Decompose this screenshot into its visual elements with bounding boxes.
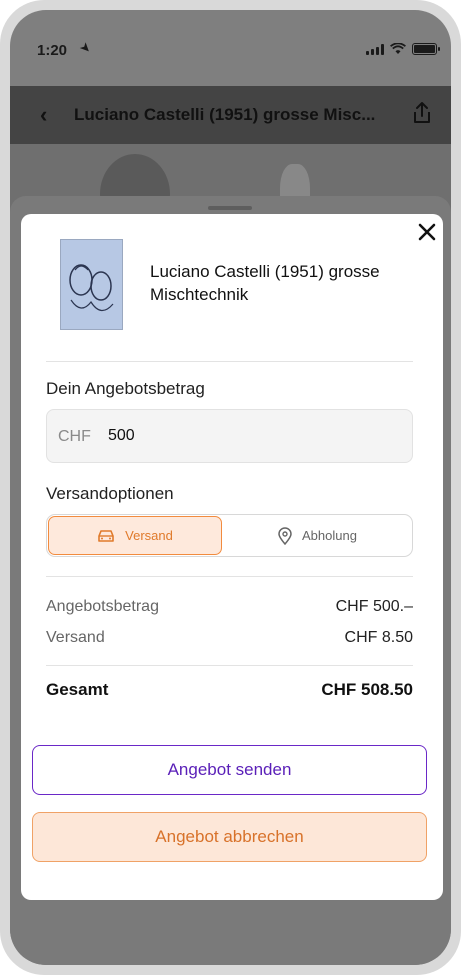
battery-icon	[412, 43, 440, 55]
shipping-option-label: Versand	[125, 528, 173, 543]
shipping-option-versand[interactable]: Versand	[48, 516, 222, 555]
shipping-label: Versandoptionen	[46, 484, 174, 503]
total-label: Gesamt	[46, 680, 109, 699]
share-icon[interactable]	[411, 101, 433, 125]
divider	[46, 665, 413, 666]
summary-offer-label: Angebotsbetrag	[46, 598, 159, 615]
shipping-toggle: Versand Abholung	[46, 514, 413, 557]
summary-total-row: Gesamt CHF 508.50	[46, 680, 413, 700]
send-offer-button[interactable]: Angebot senden	[32, 745, 427, 795]
divider	[46, 361, 413, 362]
status-icons	[366, 43, 440, 55]
summary-shipping-value: CHF 8.50	[344, 629, 413, 646]
close-icon[interactable]	[417, 222, 437, 242]
offer-amount-input[interactable]: CHF 500	[46, 409, 413, 463]
nav-bar: ‹ Luciano Castelli (1951) grosse Misc...	[10, 86, 451, 144]
divider	[46, 576, 413, 577]
location-arrow-icon: ➤	[76, 38, 95, 57]
total-value: CHF 508.50	[321, 680, 413, 699]
signal-icon	[366, 43, 384, 55]
summary-shipping-label: Versand	[46, 629, 105, 646]
wifi-icon	[390, 43, 406, 54]
shipping-option-label: Abholung	[302, 528, 357, 543]
product-thumbnail	[60, 239, 123, 330]
shipping-option-abholung[interactable]: Abholung	[223, 515, 412, 556]
status-bar: 1:20 ➤	[10, 10, 451, 86]
location-pin-icon	[278, 526, 292, 545]
car-icon	[98, 529, 114, 542]
chevron-left-icon[interactable]: ‹	[40, 102, 47, 128]
offer-modal: Luciano Castelli (1951) grosse Mischtech…	[21, 214, 443, 900]
product-title: Luciano Castelli (1951) grosse Mischtech…	[150, 262, 380, 304]
status-time: 1:20	[37, 42, 68, 59]
summary-offer-value: CHF 500.–	[335, 598, 413, 615]
currency-prefix: CHF	[58, 428, 91, 445]
offer-label: Dein Angebotsbetrag	[46, 379, 205, 398]
device-frame: 1:20 ➤ ‹ Luciano Castelli (1951) grosse …	[0, 0, 461, 975]
summary-offer-row: Angebotsbetrag CHF 500.–	[46, 598, 413, 616]
nav-title: Luciano Castelli (1951) grosse Misc...	[74, 105, 376, 124]
sheet-grabber[interactable]	[208, 206, 252, 210]
summary-shipping-row: Versand CHF 8.50	[46, 629, 413, 647]
cancel-offer-button[interactable]: Angebot abbrechen	[32, 812, 427, 862]
offer-amount-value[interactable]: 500	[108, 427, 135, 445]
